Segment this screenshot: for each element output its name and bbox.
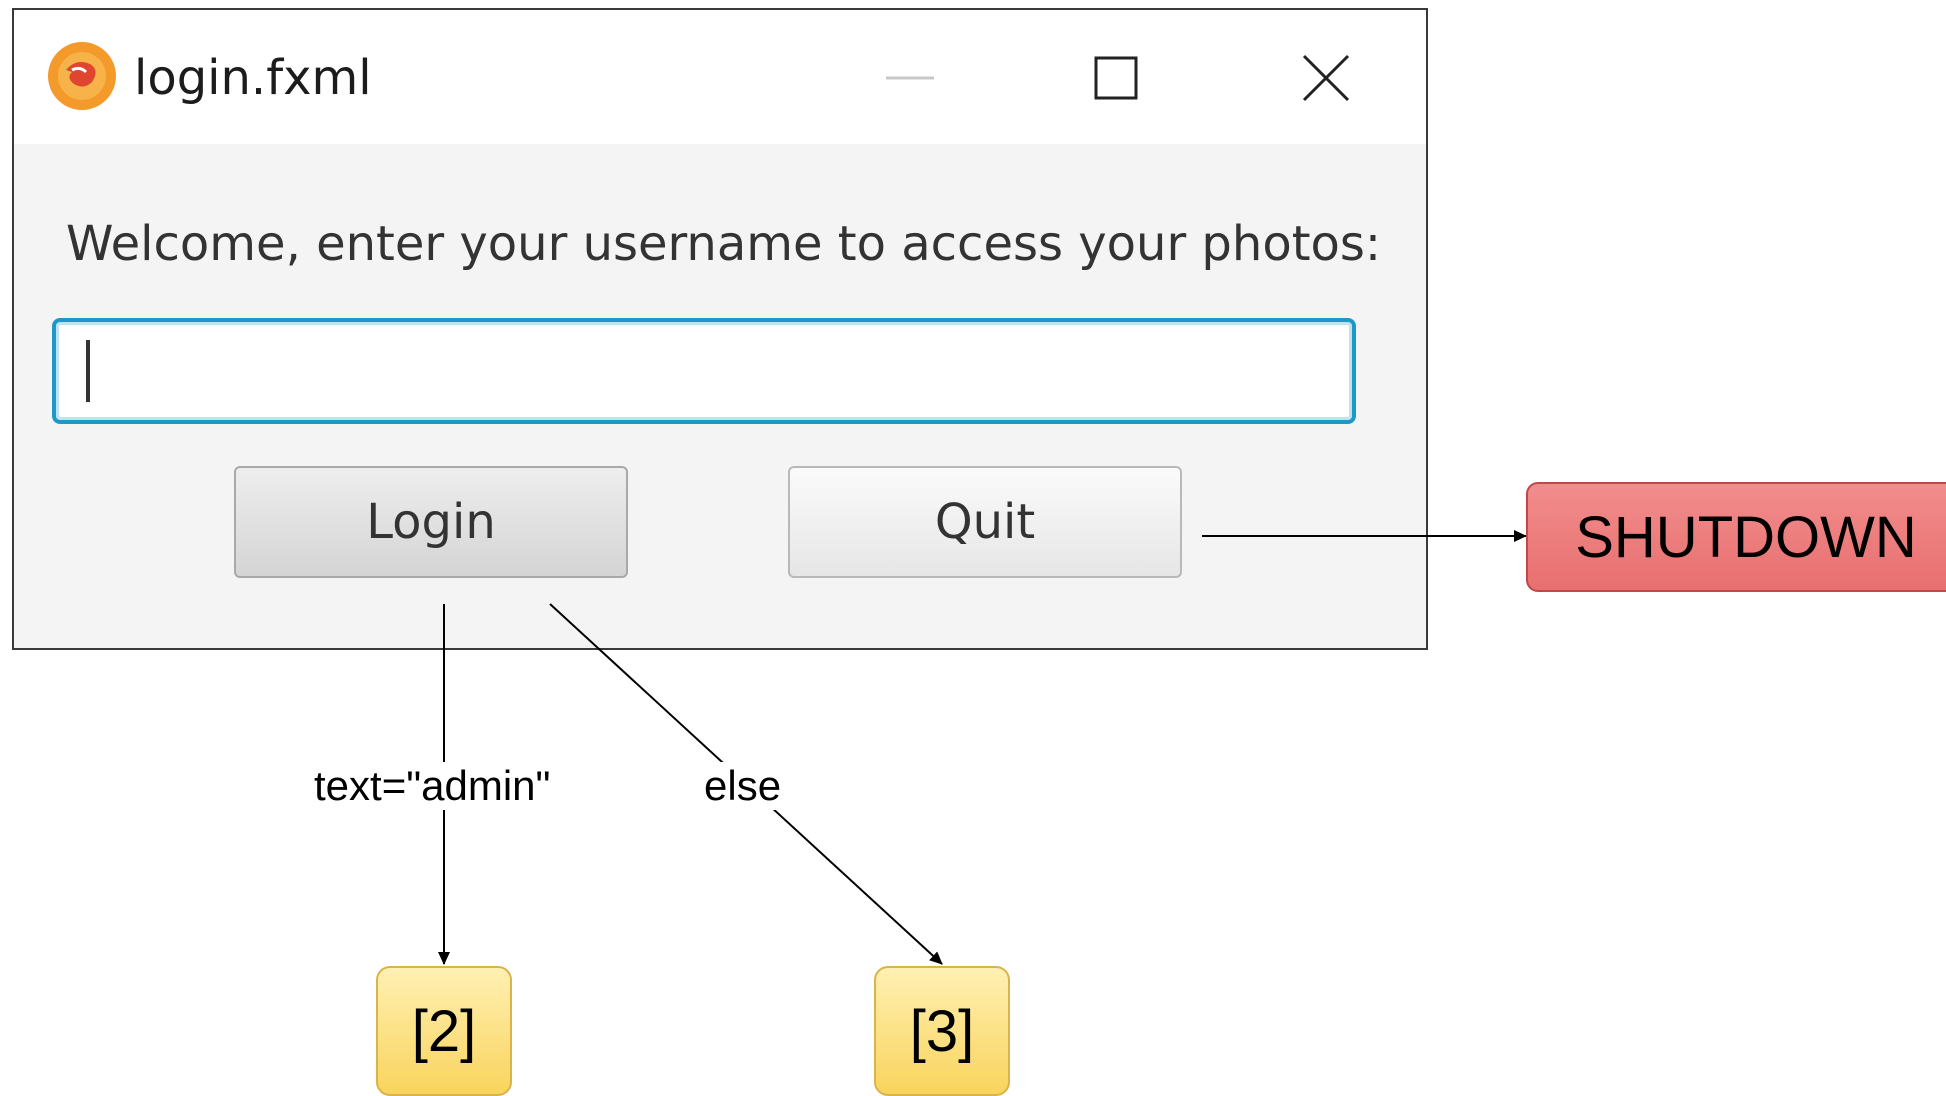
state-2-node: [2]: [376, 966, 512, 1096]
shutdown-node: SHUTDOWN: [1526, 482, 1946, 592]
state-3-node: [3]: [874, 966, 1010, 1096]
edge-label-else: else: [700, 762, 786, 810]
edge-label-admin: text="admin": [310, 762, 555, 810]
